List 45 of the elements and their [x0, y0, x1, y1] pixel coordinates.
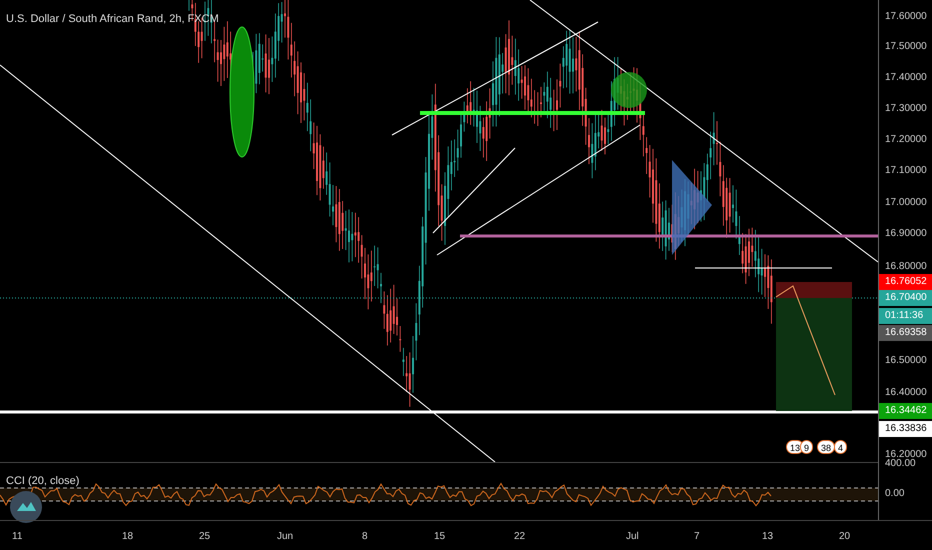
trend-line[interactable] [436, 124, 640, 256]
ellipse-shape[interactable] [230, 26, 254, 158]
price-badge: 01:11:36 [879, 308, 932, 324]
price-label: 17.20000 [885, 134, 927, 146]
event-marker[interactable]: 38 [817, 440, 836, 454]
trend-line[interactable] [0, 64, 496, 462]
time-label: Jun [277, 530, 294, 544]
triangle-shape[interactable] [672, 160, 712, 255]
price-badge: 16.70400 [879, 290, 932, 306]
price-label: 16.20000 [885, 449, 927, 460]
price-label: 17.50000 [885, 41, 927, 53]
event-marker[interactable]: 4 [834, 440, 848, 454]
circle-shape[interactable] [611, 72, 647, 108]
price-badge: 16.34462 [879, 403, 932, 419]
time-label: 20 [839, 530, 850, 544]
time-label: Jul [626, 530, 639, 544]
price-label: 17.40000 [885, 72, 927, 84]
time-label: 18 [122, 530, 134, 544]
price-badge: 16.33836 [879, 421, 932, 437]
time-label: 25 [199, 530, 210, 544]
event-marker[interactable]: 9 [800, 440, 814, 454]
time-label: 8 [362, 530, 368, 544]
price-label: 17.30000 [885, 103, 927, 115]
time-label: 22 [514, 530, 526, 544]
price-badge: 16.76052 [879, 274, 932, 290]
stop-loss-zone[interactable] [776, 282, 852, 298]
price-label: 16.40000 [885, 387, 927, 399]
trend-line[interactable] [392, 22, 598, 136]
price-label: 16.90000 [885, 228, 927, 240]
price-label: 17.00000 [885, 197, 927, 209]
time-label: 7 [694, 530, 700, 544]
logo-icon [10, 491, 42, 523]
price-label: 17.10000 [885, 165, 927, 177]
trend-line[interactable] [432, 148, 516, 234]
indicator-label: CCI (20, close) [6, 474, 80, 489]
price-badge: 16.69358 [879, 325, 932, 341]
time-label: 13 [762, 530, 774, 544]
time-label: 11 [12, 530, 22, 544]
trend-line[interactable] [530, 0, 878, 262]
price-label: 16.50000 [885, 355, 927, 367]
indicator-axis-label: 0.00 [885, 488, 904, 500]
time-label: 15 [434, 530, 446, 544]
price-label: 17.60000 [885, 11, 927, 23]
price-label: 16.80000 [885, 261, 927, 273]
indicator-axis-label: 400.00 [885, 458, 916, 470]
